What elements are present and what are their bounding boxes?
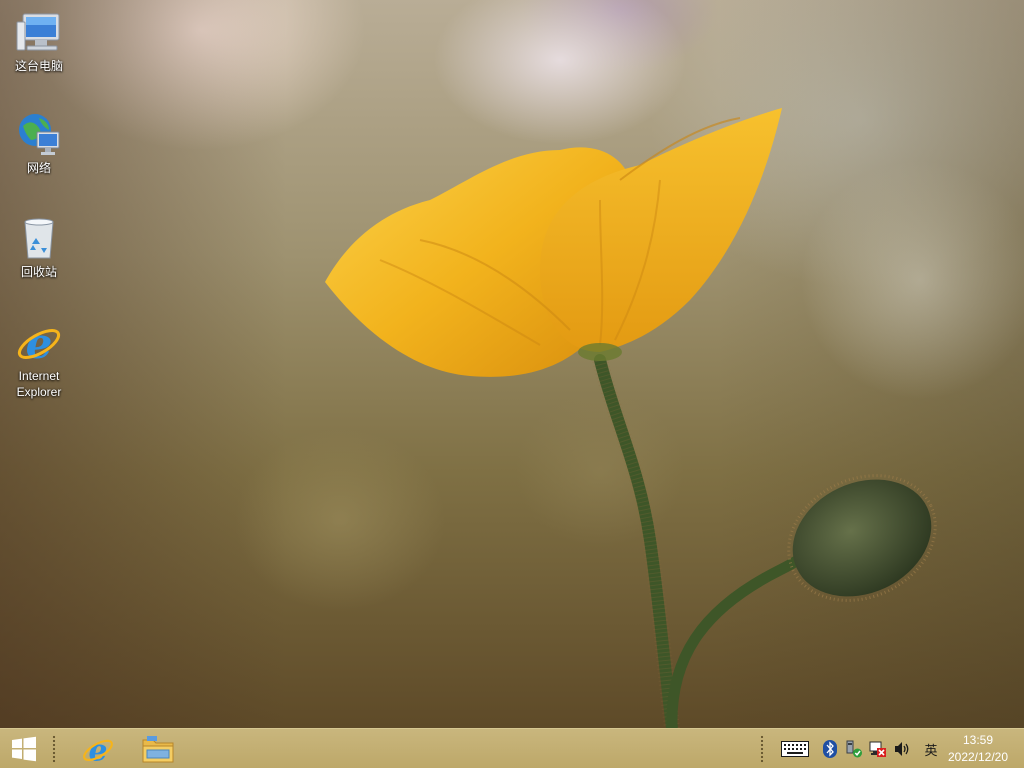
input-language-indicator[interactable]: 英: [922, 740, 940, 759]
start-button[interactable]: [0, 729, 48, 769]
computer-icon: [16, 13, 60, 51]
taskbar: e 英 13:59 2022/12/20: [0, 728, 1024, 768]
svg-text:e: e: [89, 733, 108, 766]
taskbar-pinned-internet-explorer[interactable]: e: [70, 729, 126, 769]
svg-text:e: e: [26, 319, 53, 366]
safely-remove-hardware-icon: [846, 740, 862, 758]
tray-touch-keyboard[interactable]: [780, 739, 810, 759]
internet-explorer-icon: e: [17, 319, 61, 366]
poppy-wallpaper-art: [325, 108, 937, 728]
bluetooth-icon: [823, 740, 837, 758]
windows-logo-icon: [12, 736, 36, 762]
desktop-icon-label: 网络: [26, 161, 51, 175]
desktop-icon-label: 回收站: [20, 265, 57, 279]
recycle-bin-icon: [24, 218, 54, 259]
desktop-icon-this-pc[interactable]: 这台电脑: [4, 8, 74, 74]
tray-network[interactable]: [868, 739, 888, 759]
tray-volume[interactable]: [892, 739, 912, 759]
taskbar-clock[interactable]: 13:59 2022/12/20: [940, 732, 1016, 766]
desktop-icon-recycle-bin[interactable]: 回收站: [4, 214, 74, 280]
desktop-icon-label: 这台电脑: [14, 59, 63, 73]
network-disconnected-icon: [869, 741, 886, 757]
desktop-icon-label: Internet Explorer: [16, 369, 62, 399]
taskbar-grip[interactable]: [52, 735, 56, 763]
clock-time: 13:59: [962, 733, 994, 747]
tray-bluetooth[interactable]: [820, 739, 840, 759]
desktop-icon-network[interactable]: 网络: [4, 110, 74, 176]
network-icon: [19, 114, 60, 155]
touch-keyboard-icon: [781, 741, 809, 757]
tray-grip[interactable]: [760, 735, 764, 763]
tray-safely-remove-hardware[interactable]: [844, 739, 864, 759]
volume-icon: [895, 742, 909, 756]
internet-explorer-icon: e: [83, 733, 113, 766]
desktop-wallpaper: 这台电脑 网络 回收站 e Internet Explorer: [0, 0, 1024, 728]
taskbar-pinned-file-explorer[interactable]: [130, 729, 186, 769]
file-explorer-icon: [142, 736, 174, 763]
desktop-icon-internet-explorer[interactable]: e Internet Explorer: [4, 318, 74, 400]
clock-date: 2022/12/20: [947, 750, 1009, 764]
